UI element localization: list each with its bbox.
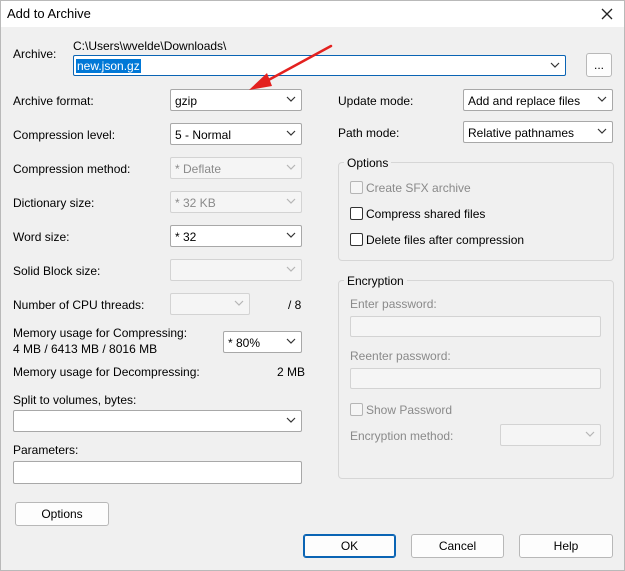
encryption-method-select[interactable]	[500, 424, 601, 446]
compression-level-select[interactable]: 5 - Normal	[170, 123, 302, 145]
create-sfx-checkbox[interactable]	[350, 181, 363, 194]
compression-method-select[interactable]: * Deflate	[170, 157, 302, 179]
close-icon	[601, 8, 613, 20]
ok-button[interactable]: OK	[303, 534, 396, 558]
chevron-down-icon	[286, 264, 296, 274]
annotation-arrow-icon	[249, 44, 333, 90]
word-size-value: * 32	[175, 230, 197, 244]
chevron-down-icon	[286, 94, 296, 104]
solid-block-size-select[interactable]	[170, 259, 302, 281]
chevron-down-icon	[286, 415, 296, 425]
chevron-down-icon	[585, 429, 595, 439]
encryption-method-label: Encryption method:	[350, 429, 454, 443]
chevron-down-icon	[597, 94, 607, 104]
archive-format-value: gzip	[175, 94, 198, 108]
memory-decompressing-value: 2 MB	[277, 365, 306, 379]
chevron-down-icon	[550, 60, 560, 70]
options-group-title: Options	[344, 156, 392, 170]
window-title: Add to Archive	[7, 6, 91, 21]
memory-usage-select[interactable]: * 80%	[223, 331, 302, 353]
chevron-down-icon	[234, 298, 244, 308]
chevron-down-icon	[597, 126, 607, 136]
update-mode-label: Update mode:	[338, 94, 414, 108]
path-mode-value: Relative pathnames	[468, 126, 575, 140]
solid-block-size-label: Solid Block size:	[13, 264, 101, 278]
path-mode-label: Path mode:	[338, 126, 400, 140]
help-button[interactable]: Help	[519, 534, 613, 558]
title-bar: Add to Archive	[1, 1, 624, 27]
cancel-button[interactable]: Cancel	[411, 534, 504, 558]
cpu-threads-label: Number of CPU threads:	[13, 298, 145, 312]
update-mode-select[interactable]: Add and replace files	[463, 89, 613, 111]
memory-usage-value: * 80%	[228, 336, 261, 350]
create-sfx-label: Create SFX archive	[366, 181, 471, 195]
close-button[interactable]	[596, 4, 618, 24]
dictionary-size-value: * 32 KB	[175, 196, 216, 210]
parameters-input[interactable]	[13, 461, 302, 484]
split-volumes-label: Split to volumes, bytes:	[13, 393, 137, 407]
dictionary-size-select[interactable]: * 32 KB	[170, 191, 302, 213]
chevron-down-icon	[286, 128, 296, 138]
compression-level-value: 5 - Normal	[175, 128, 232, 142]
compression-method-value: * Deflate	[175, 162, 222, 176]
encryption-group-title: Encryption	[344, 274, 407, 288]
update-mode-value: Add and replace files	[468, 94, 581, 108]
show-password-checkbox[interactable]	[350, 403, 363, 416]
delete-after-label: Delete files after compression	[366, 233, 525, 247]
parameters-label: Parameters:	[13, 443, 79, 457]
path-mode-select[interactable]: Relative pathnames	[463, 121, 613, 143]
compress-shared-checkbox[interactable]	[350, 207, 363, 220]
add-to-archive-dialog: Add to Archive Archive: C:\Users\wvelde\…	[0, 0, 625, 571]
password-input[interactable]	[350, 316, 601, 337]
compression-level-label: Compression level:	[13, 128, 116, 142]
browse-button[interactable]: ...	[586, 53, 612, 77]
reenter-password-label: Reenter password:	[350, 349, 451, 363]
memory-compressing-detail: 4 MB / 6413 MB / 8016 MB	[13, 342, 158, 356]
archive-format-label: Archive format:	[13, 94, 94, 108]
enter-password-label: Enter password:	[350, 297, 437, 311]
memory-compressing-label: Memory usage for Compressing:	[13, 326, 188, 340]
chevron-down-icon	[286, 336, 296, 346]
chevron-down-icon	[286, 230, 296, 240]
split-volumes-combo[interactable]	[13, 410, 302, 432]
reenter-password-input[interactable]	[350, 368, 601, 389]
cpu-threads-max: / 8	[288, 298, 302, 312]
show-password-label: Show Password	[366, 403, 453, 417]
cpu-threads-select[interactable]	[170, 293, 250, 315]
word-size-label: Word size:	[13, 230, 70, 244]
word-size-select[interactable]: * 32	[170, 225, 302, 247]
chevron-down-icon	[286, 196, 296, 206]
compress-shared-label: Compress shared files	[366, 207, 486, 221]
chevron-down-icon	[286, 162, 296, 172]
dictionary-size-label: Dictionary size:	[13, 196, 95, 210]
archive-path: C:\Users\wvelde\Downloads\	[73, 39, 227, 53]
archive-label: Archive:	[13, 47, 57, 61]
memory-decompressing-label: Memory usage for Decompressing:	[13, 365, 200, 379]
archive-name-value: new.json.gz	[76, 59, 141, 73]
compression-method-label: Compression method:	[13, 162, 131, 176]
delete-after-checkbox[interactable]	[350, 233, 363, 246]
options-button[interactable]: Options	[15, 502, 109, 526]
